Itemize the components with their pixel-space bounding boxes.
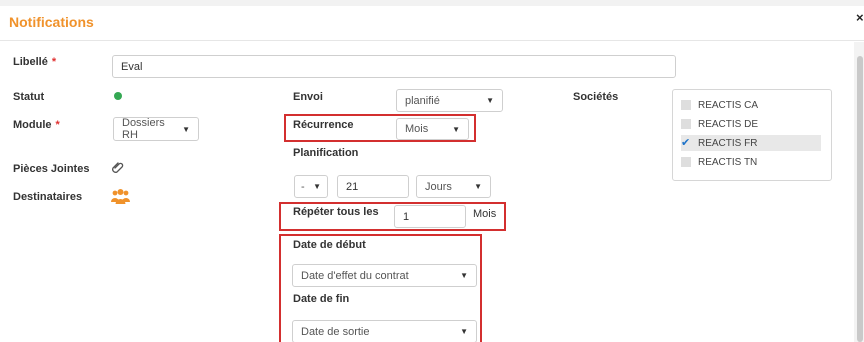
module-label: Module * xyxy=(13,119,60,131)
repeter-label: Répéter tous les xyxy=(293,206,379,218)
checkbox-icon[interactable] xyxy=(681,119,691,129)
required-marker: * xyxy=(55,119,60,131)
chevron-down-icon: ▼ xyxy=(474,182,482,191)
chevron-down-icon: ▼ xyxy=(182,124,190,134)
statut-label: Statut xyxy=(13,91,45,103)
top-strip xyxy=(0,0,864,6)
chevron-down-icon: ▼ xyxy=(313,182,321,191)
paperclip-icon[interactable] xyxy=(111,161,125,175)
header-divider xyxy=(0,40,864,41)
recurrence-select[interactable]: Mois ▼ xyxy=(396,118,469,140)
close-icon[interactable]: × xyxy=(856,10,864,25)
planification-unit-select[interactable]: Jours ▼ xyxy=(416,175,491,198)
date-fin-select[interactable]: Date de sortie ▼ xyxy=(292,320,477,342)
checkbox-icon[interactable] xyxy=(681,100,691,110)
societes-label: Sociétés xyxy=(573,91,619,103)
planification-label: Planification xyxy=(293,147,359,159)
societe-item-selected[interactable]: ✔ REACTIS FR xyxy=(681,135,821,151)
repeter-input[interactable]: 1 xyxy=(394,205,466,228)
page-title: Notifications xyxy=(9,14,94,30)
checkbox-icon[interactable] xyxy=(681,157,691,167)
recurrence-label: Récurrence xyxy=(293,119,354,131)
checkmark-icon[interactable]: ✔ xyxy=(681,138,691,149)
chevron-down-icon: ▼ xyxy=(486,96,494,105)
societe-item[interactable]: REACTIS CA xyxy=(681,97,821,113)
libelle-input[interactable]: Eval xyxy=(112,55,676,78)
destinataires-label: Destinataires xyxy=(13,191,83,203)
societes-list: REACTIS CA REACTIS DE ✔ REACTIS FR REACTI… xyxy=(672,89,832,181)
pieces-jointes-label: Pièces Jointes xyxy=(13,163,90,175)
societe-item[interactable]: REACTIS DE xyxy=(681,116,821,132)
module-select[interactable]: Dossiers RH ▼ xyxy=(113,117,199,141)
date-debut-label: Date de début xyxy=(293,239,366,251)
required-marker: * xyxy=(51,56,57,68)
envoi-select[interactable]: planifié ▼ xyxy=(396,89,503,112)
chevron-down-icon: ▼ xyxy=(452,124,460,134)
users-icon[interactable] xyxy=(111,188,130,204)
planification-sign-select[interactable]: - ▼ xyxy=(294,175,328,198)
planification-day-input[interactable]: 21 xyxy=(337,175,409,198)
scrollbar-thumb[interactable] xyxy=(857,56,863,342)
date-debut-select[interactable]: Date d'effet du contrat ▼ xyxy=(292,264,477,287)
repeter-unit: Mois xyxy=(473,208,497,220)
status-dot-icon xyxy=(114,92,122,100)
chevron-down-icon: ▼ xyxy=(460,271,468,280)
societe-item[interactable]: REACTIS TN xyxy=(681,154,821,170)
libelle-label: Libellé * xyxy=(13,56,57,68)
date-fin-label: Date de fin xyxy=(293,293,350,305)
envoi-label: Envoi xyxy=(293,91,323,103)
chevron-down-icon: ▼ xyxy=(460,327,468,336)
